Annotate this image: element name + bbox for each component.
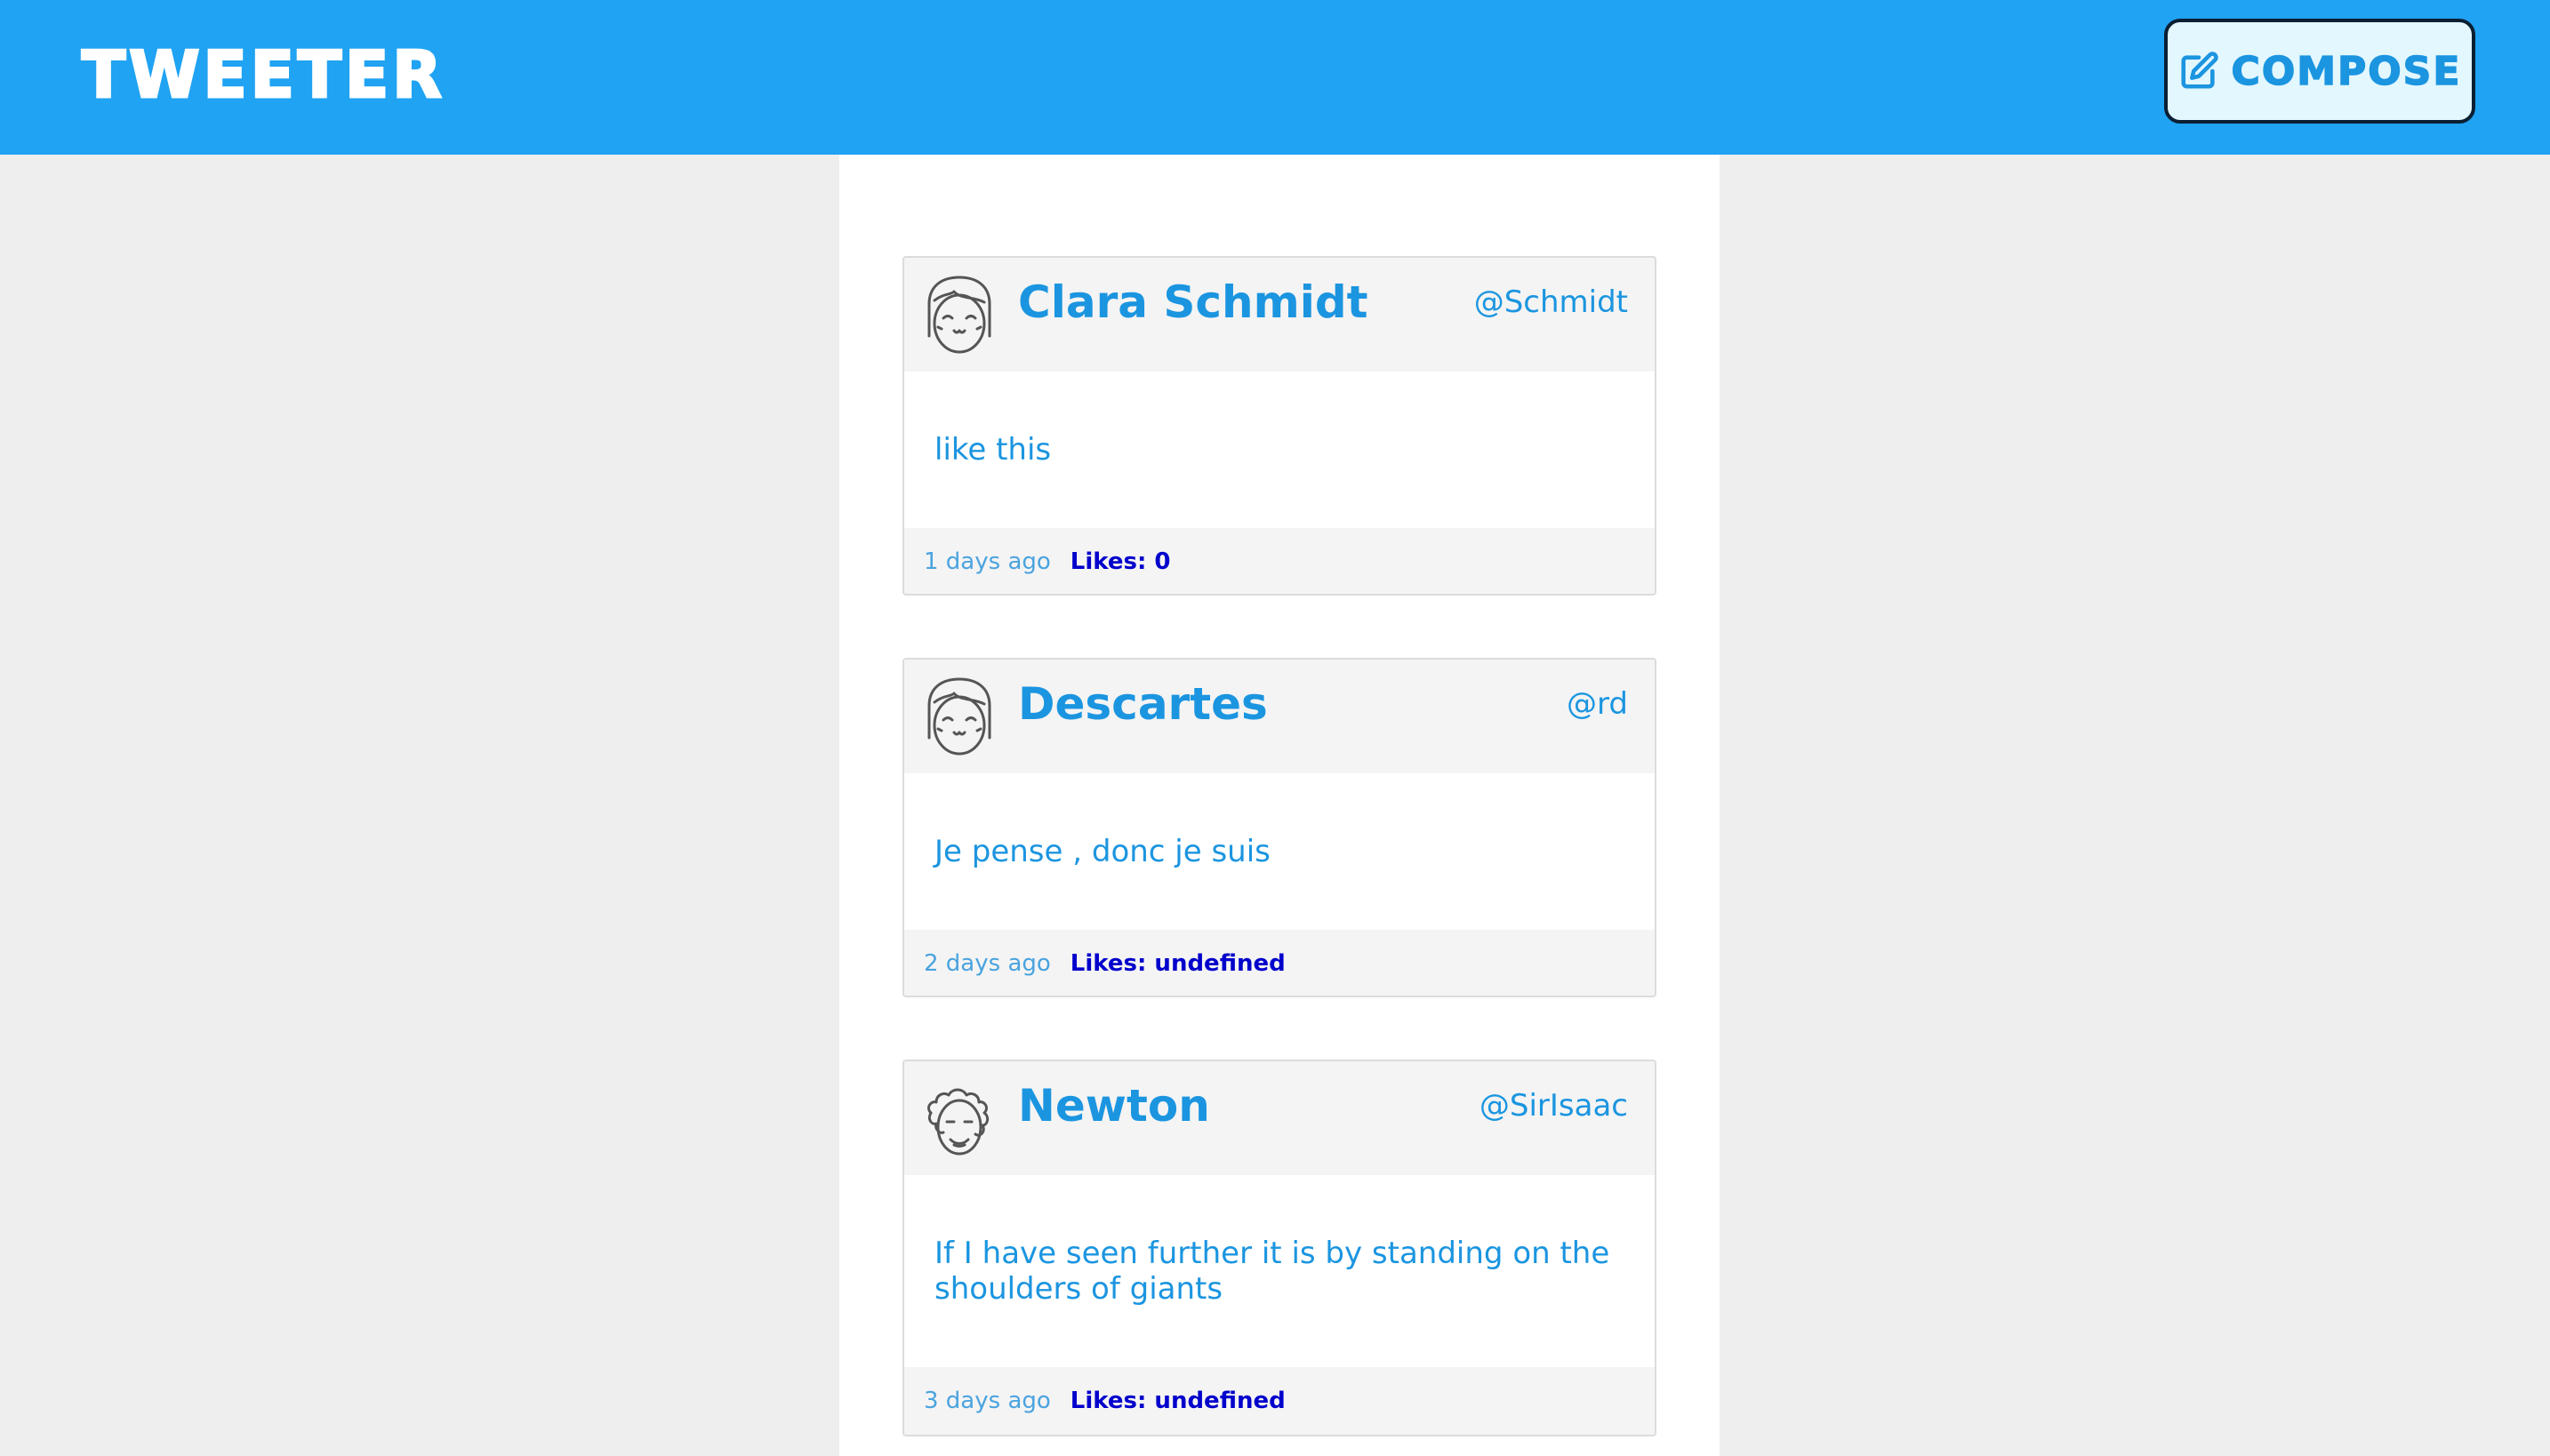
author-name[interactable]: Clara Schmidt <box>1018 274 1368 331</box>
tweet-body: like this <box>904 372 1655 528</box>
app-brand[interactable]: TWEETER <box>81 38 445 112</box>
tweet-header: Descartes @rd <box>904 660 1655 773</box>
tweet-timestamp: 3 days ago <box>924 1388 1051 1414</box>
tweet-card: Clara Schmidt @Schmidt like this 1 days … <box>902 256 1656 596</box>
author-handle[interactable]: @rd <box>1567 684 1628 724</box>
tweet-text: If I have seen further it is by standing… <box>934 1236 1610 1307</box>
tweet-header: Newton @SirIsaac <box>904 1061 1655 1175</box>
author-name[interactable]: Newton <box>1018 1077 1210 1134</box>
tweet-text: like this <box>934 432 1052 468</box>
girl-face-avatar-icon <box>924 274 995 356</box>
edit-icon <box>2178 51 2219 92</box>
likes-count[interactable]: Likes: undefined <box>1071 1388 1286 1414</box>
likes-count[interactable]: Likes: 0 <box>1071 548 1171 575</box>
tweet-footer: 1 days ago Likes: 0 <box>904 528 1655 594</box>
compose-button[interactable]: COMPOSE <box>2164 19 2475 124</box>
tweet-timestamp: 1 days ago <box>924 548 1051 575</box>
tweet-header: Clara Schmidt @Schmidt <box>904 258 1655 372</box>
tweet-text: Je pense , donc je suis <box>934 834 1271 869</box>
girl-face-avatar-icon <box>924 676 995 757</box>
tweet-body: If I have seen further it is by standing… <box>904 1175 1655 1367</box>
likes-count[interactable]: Likes: undefined <box>1071 950 1286 977</box>
tweet-footer: 2 days ago Likes: undefined <box>904 930 1655 996</box>
tweet-card: Descartes @rd Je pense , donc je suis 2 … <box>902 658 1656 997</box>
tweet-body: Je pense , donc je suis <box>904 773 1655 930</box>
tweet-feed: Clara Schmidt @Schmidt like this 1 days … <box>839 155 1720 1456</box>
curly-hair-face-avatar-icon <box>924 1077 995 1159</box>
top-navbar: TWEETER COMPOSE <box>0 0 2550 155</box>
author-handle[interactable]: @SirIsaac <box>1479 1086 1628 1125</box>
author-handle[interactable]: @Schmidt <box>1474 283 1628 322</box>
tweet-timestamp: 2 days ago <box>924 950 1051 977</box>
compose-label: COMPOSE <box>2231 48 2462 95</box>
tweet-card: Newton @SirIsaac If I have seen further … <box>902 1060 1656 1436</box>
tweet-footer: 3 days ago Likes: undefined <box>904 1367 1655 1435</box>
author-name[interactable]: Descartes <box>1018 676 1268 732</box>
